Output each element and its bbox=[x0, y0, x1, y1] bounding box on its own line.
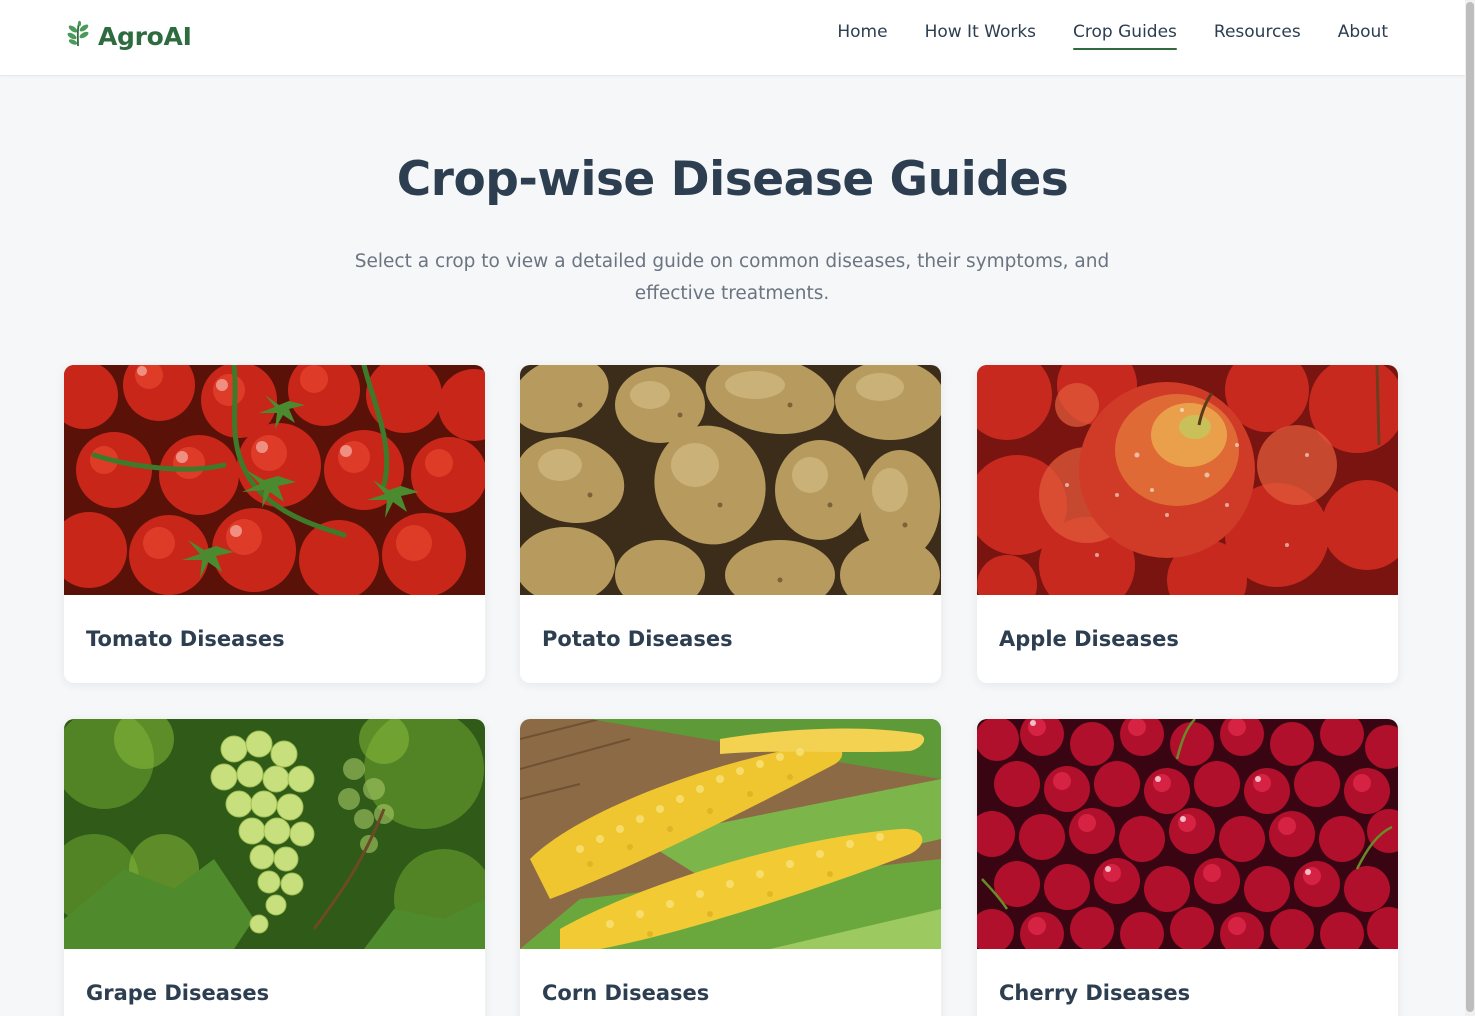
crop-card-potato[interactable]: Potato Diseases bbox=[520, 365, 941, 683]
site-header: AgroAI Home How It Works Crop Guides Res… bbox=[0, 0, 1465, 76]
crop-card-grape[interactable]: Grape Diseases bbox=[64, 719, 485, 1016]
page-scrollbar[interactable] bbox=[1465, 0, 1475, 1016]
card-title: Grape Diseases bbox=[86, 981, 270, 1005]
crop-card-apple[interactable]: Apple Diseases bbox=[977, 365, 1398, 683]
card-title: Potato Diseases bbox=[542, 627, 733, 651]
card-title: Apple Diseases bbox=[999, 627, 1179, 651]
card-title: Tomato Diseases bbox=[86, 627, 285, 651]
brand-logo[interactable]: AgroAI bbox=[64, 18, 192, 54]
nav-home[interactable]: Home bbox=[837, 22, 887, 48]
card-title: Cherry Diseases bbox=[999, 981, 1191, 1005]
nav-resources[interactable]: Resources bbox=[1214, 22, 1301, 48]
crop-card-cherry[interactable]: Cherry Diseases bbox=[977, 719, 1398, 1016]
leaf-sprig-icon bbox=[64, 20, 92, 52]
cherry-photo bbox=[977, 719, 1398, 949]
crop-card-corn[interactable]: Corn Diseases bbox=[520, 719, 941, 1016]
nav-how-it-works[interactable]: How It Works bbox=[925, 22, 1036, 48]
nav-about[interactable]: About bbox=[1338, 22, 1388, 48]
scrollbar-thumb[interactable] bbox=[1466, 2, 1474, 1012]
tomato-photo bbox=[64, 365, 485, 595]
page-subtitle: Select a crop to view a detailed guide o… bbox=[354, 251, 1110, 304]
page-title: Crop-wise Disease Guides bbox=[396, 152, 1069, 207]
apple-photo bbox=[977, 365, 1398, 595]
main-nav: Home How It Works Crop Guides Resources … bbox=[837, 22, 1388, 50]
card-title: Corn Diseases bbox=[542, 981, 710, 1005]
potato-photo bbox=[520, 365, 941, 595]
brand-name: AgroAI bbox=[98, 21, 192, 51]
crop-card-tomato[interactable]: Tomato Diseases bbox=[64, 365, 485, 683]
grape-photo bbox=[64, 719, 485, 949]
nav-crop-guides[interactable]: Crop Guides bbox=[1073, 22, 1177, 50]
corn-photo bbox=[520, 719, 941, 949]
